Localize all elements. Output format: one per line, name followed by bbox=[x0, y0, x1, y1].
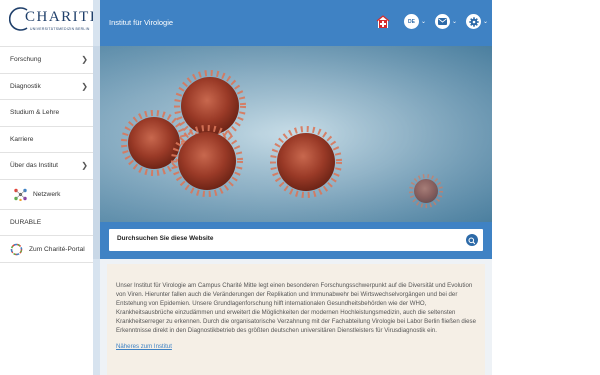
search-icon bbox=[468, 237, 476, 245]
chevron-down-icon[interactable]: ⌄ bbox=[421, 18, 426, 25]
sidebar-item-forschung[interactable]: Forschung ❯ bbox=[0, 46, 100, 73]
sidebar-item-label: Netzwerk bbox=[33, 190, 61, 198]
sidebar-item-label: DURABLE bbox=[10, 218, 42, 226]
sidebar: CHARITÉ UNIVERSITÄTSMEDIZIN BERLIN Forsc… bbox=[0, 0, 100, 375]
brand-subtitle: UNIVERSITÄTSMEDIZIN BERLIN bbox=[30, 27, 90, 31]
sidebar-item-durable[interactable]: DURABLE bbox=[0, 208, 100, 235]
emergency-cross-icon[interactable] bbox=[375, 14, 391, 30]
mail-button[interactable] bbox=[435, 14, 450, 29]
hero-image bbox=[100, 46, 492, 222]
sidebar-item-netzwerk[interactable]: Netzwerk bbox=[0, 178, 100, 209]
chevron-down-icon[interactable]: ⌄ bbox=[483, 18, 488, 25]
chevron-right-icon[interactable]: ❯ bbox=[81, 82, 88, 91]
sidebar-divider-strip-top bbox=[93, 46, 100, 259]
search-panel bbox=[100, 222, 492, 259]
language-selector[interactable]: DE bbox=[404, 14, 419, 29]
page-title[interactable]: Institut für Virologie bbox=[109, 18, 173, 27]
chevron-right-icon[interactable]: ❯ bbox=[81, 55, 88, 64]
intro-card: Unser Institut für Virologie am Campus C… bbox=[107, 264, 485, 375]
network-icon bbox=[14, 188, 27, 201]
settings-gear-icon bbox=[468, 16, 479, 27]
more-about-institute-link[interactable]: Näheres zum Institut bbox=[116, 343, 172, 350]
brand-name: CHARITÉ bbox=[25, 9, 101, 25]
sidebar-item-diagnostik[interactable]: Diagnostik ❯ bbox=[0, 72, 100, 99]
sidebar-item-karriere[interactable]: Karriere bbox=[0, 125, 100, 152]
search-button[interactable] bbox=[466, 234, 478, 246]
sidebar-item-label: Über das Institut bbox=[10, 162, 59, 170]
settings-button[interactable] bbox=[466, 14, 481, 29]
sidebar-item-studium-lehre[interactable]: Studium & Lehre bbox=[0, 99, 100, 126]
virus-image bbox=[100, 46, 492, 222]
sidebar-item-label: Karriere bbox=[10, 135, 34, 143]
chevron-down-icon[interactable]: ⌄ bbox=[452, 18, 457, 25]
charite-logo[interactable]: CHARITÉ UNIVERSITÄTSMEDIZIN BERLIN bbox=[0, 0, 100, 44]
sidebar-item-label: Studium & Lehre bbox=[10, 109, 60, 117]
sidebar-item-label: Forschung bbox=[10, 56, 42, 64]
sidebar-item-ueber-das-institut[interactable]: Über das Institut ❯ bbox=[0, 152, 100, 179]
search-box bbox=[109, 229, 483, 251]
content-section: Unser Institut für Virologie am Campus C… bbox=[100, 259, 492, 375]
sidebar-item-label: Zum Charité-Portal bbox=[29, 245, 85, 253]
charite-portal-icon bbox=[10, 243, 23, 255]
search-input[interactable] bbox=[117, 235, 447, 242]
mail-icon bbox=[438, 18, 447, 25]
intro-text: Unser Institut für Virologie am Campus C… bbox=[116, 282, 476, 334]
sidebar-item-label: Diagnostik bbox=[10, 82, 41, 90]
chevron-right-icon[interactable]: ❯ bbox=[81, 161, 88, 170]
sidebar-nav: Forschung ❯ Diagnostik ❯ Studium & Lehre… bbox=[0, 46, 100, 263]
header-bar: Institut für Virologie DE ⌄ ⌄ ⌄ bbox=[100, 0, 492, 46]
sidebar-item-charite-portal[interactable]: Zum Charité-Portal bbox=[0, 235, 100, 263]
right-margin bbox=[492, 0, 600, 375]
main-area: Institut für Virologie DE ⌄ ⌄ ⌄ Durchsuc… bbox=[100, 0, 492, 375]
